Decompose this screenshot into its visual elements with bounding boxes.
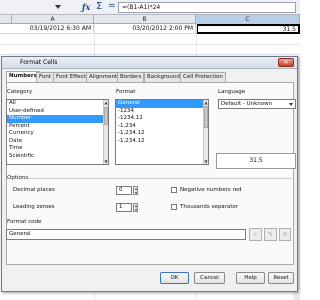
formula-bar: ƒx Σ = =(B1-A1)*24 [0, 0, 300, 15]
column-header-a[interactable]: A [12, 15, 94, 24]
chevron-down-icon [289, 103, 293, 106]
options-label: Options [7, 175, 29, 181]
thousands-separator-checkbox[interactable] [171, 204, 177, 210]
category-label: Category [7, 89, 33, 95]
spin-down-icon[interactable] [134, 208, 137, 211]
thousands-separator-label: Thousands separator [180, 204, 239, 210]
pencil-icon: ✎ [267, 231, 274, 238]
format-list[interactable]: General -1234 -1234.12 -1,234 -1,234.12 … [115, 99, 209, 165]
checkmark-icon: ✓ [252, 231, 259, 238]
list-item[interactable]: Number [7, 115, 108, 123]
delete-icon: ✕ [282, 231, 288, 238]
dialog-titlebar[interactable]: Format Cells ✕ [2, 57, 297, 69]
scroll-up-icon[interactable]: ▲ [204, 100, 208, 105]
namebox-dropdown-icon[interactable] [55, 5, 61, 9]
close-button[interactable]: ✕ [278, 58, 294, 67]
tab-borders[interactable]: Borders [117, 72, 145, 82]
column-header-row: A B C [0, 15, 300, 24]
format-cells-dialog: Format Cells ✕ Numbers Font Font Effects… [1, 56, 298, 292]
list-item[interactable]: -1234 [116, 108, 208, 116]
list-item[interactable]: Scientific [7, 153, 108, 161]
format-code-value: General [9, 231, 31, 237]
negative-red-label: Negative numbers red [180, 187, 242, 193]
format-code-label: Format code [7, 219, 42, 225]
help-button[interactable]: Help [236, 272, 265, 284]
list-item[interactable]: -1,234.12 [116, 138, 208, 146]
decimal-places-value: 0 [119, 187, 123, 193]
tab-cell-protection[interactable]: Cell Protection [180, 72, 226, 82]
list-item[interactable]: Currency [7, 130, 108, 138]
spin-down-icon[interactable] [134, 191, 137, 194]
cell-c1[interactable]: 31.5 [196, 24, 300, 34]
ok-button[interactable]: OK [160, 272, 189, 284]
tab-alignment[interactable]: Alignment [86, 72, 121, 82]
scroll-thumb[interactable] [204, 106, 208, 128]
tab-font[interactable]: Font [36, 72, 54, 82]
column-header-c[interactable]: C [196, 15, 300, 24]
edit-comment-button[interactable]: ✎ [264, 228, 277, 241]
grid-line [0, 44, 300, 45]
sum-icon[interactable]: Σ [96, 1, 102, 12]
decimal-places-spinner[interactable] [133, 186, 138, 195]
leading-zeroes-field[interactable]: 1 [116, 203, 132, 212]
language-label: Language [218, 89, 246, 95]
language-value: Default - Unknown [221, 101, 273, 107]
function-equals-icon[interactable]: = [108, 1, 116, 11]
scroll-thumb[interactable] [104, 107, 108, 125]
list-item[interactable]: -1,234 [116, 123, 208, 131]
cell-b1[interactable]: 03/20/2012 2:00 PM [94, 24, 196, 34]
format-scrollbar[interactable]: ▲ ▼ [203, 100, 208, 164]
spin-up-icon[interactable] [134, 204, 137, 207]
list-item[interactable]: -1,234.12 [116, 130, 208, 138]
function-wizard-icon[interactable]: ƒx [82, 2, 90, 12]
format-code-input[interactable]: General [6, 229, 246, 240]
column-header-b[interactable]: B [94, 15, 196, 24]
formula-input[interactable]: =(B1-A1)*24 [118, 2, 296, 13]
remove-format-button[interactable]: ✕ [279, 228, 291, 241]
tab-background[interactable]: Background [144, 72, 183, 82]
format-preview: 31.5 [216, 153, 296, 169]
list-item[interactable]: -1234.12 [116, 115, 208, 123]
add-format-button[interactable]: ✓ [249, 228, 262, 241]
close-icon: ✕ [283, 59, 289, 66]
cancel-button[interactable]: Cancel [194, 272, 225, 284]
scroll-down-icon[interactable]: ▼ [204, 159, 208, 164]
category-scrollbar[interactable]: ▲ ▼ [103, 100, 108, 164]
list-item[interactable]: User-defined [7, 108, 108, 116]
leading-zeroes-label: Leading zeroes [13, 204, 55, 210]
tab-numbers[interactable]: Numbers [6, 71, 40, 82]
leading-zeroes-spinner[interactable] [133, 203, 138, 212]
list-item[interactable]: Date [7, 138, 108, 146]
preview-value: 31.5 [249, 157, 263, 164]
list-item[interactable]: General [116, 100, 208, 108]
options-separator [28, 178, 292, 179]
list-item[interactable]: All [7, 100, 108, 108]
decimal-places-label: Decimal places [13, 187, 55, 193]
spin-up-icon[interactable] [134, 187, 137, 190]
decimal-places-field[interactable]: 0 [116, 186, 132, 195]
list-item[interactable]: Percent [7, 123, 108, 131]
grid-line [0, 54, 300, 55]
format-label: Format [116, 89, 136, 95]
dialog-title: Format Cells [20, 59, 58, 66]
scroll-up-icon[interactable]: ▲ [104, 100, 108, 105]
leading-zeroes-value: 1 [119, 204, 123, 210]
language-select[interactable]: Default - Unknown [218, 99, 296, 109]
category-list[interactable]: All User-defined Number Percent Currency… [6, 99, 109, 165]
scroll-down-icon[interactable]: ▼ [104, 159, 108, 164]
negative-red-checkbox[interactable] [171, 187, 177, 193]
cell-a1[interactable]: 03/19/2012 6:30 AM [12, 24, 94, 34]
reset-button[interactable]: Reset [268, 272, 294, 284]
corner-header[interactable] [0, 15, 12, 24]
sheet-row-1: 03/19/2012 6:30 AM 03/20/2012 2:00 PM 31… [0, 24, 300, 34]
list-item[interactable]: Time [7, 145, 108, 153]
